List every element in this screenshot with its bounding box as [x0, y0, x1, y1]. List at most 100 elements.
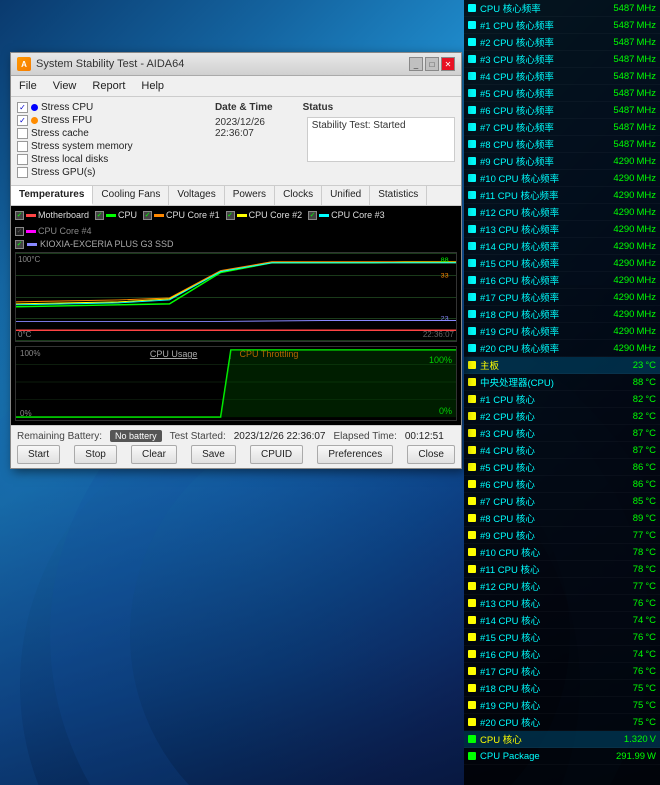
- row-bullet-17: [468, 293, 476, 301]
- panel-row-28: #6 CPU 核心86°C: [464, 476, 660, 493]
- row-label-36: #14 CPU 核心: [480, 613, 633, 627]
- row-label-4: #4 CPU 核心频率: [480, 69, 613, 83]
- row-value-6: 5487: [613, 105, 634, 116]
- row-unit-19: MHz: [636, 326, 656, 337]
- stress-cpu-checkbox[interactable]: ✓ Stress CPU: [17, 102, 205, 113]
- row-value-16: 4290: [613, 275, 634, 286]
- save-button[interactable]: Save: [191, 445, 236, 464]
- panel-row-23: #1 CPU 核心82°C: [464, 391, 660, 408]
- row-label-7: #7 CPU 核心频率: [480, 120, 613, 134]
- row-value-23: 82: [633, 394, 644, 405]
- row-unit-23: °C: [645, 394, 656, 405]
- row-value-24: 82: [633, 411, 644, 422]
- row-value-10: 4290: [613, 173, 634, 184]
- legend-motherboard[interactable]: ✓ Motherboard: [15, 210, 89, 220]
- row-label-16: #16 CPU 核心频率: [480, 273, 613, 287]
- panel-row-18: #18 CPU 核心频率4290MHz: [464, 306, 660, 323]
- row-value-34: 77: [633, 581, 644, 592]
- panel-row-6: #6 CPU 核心频率5487MHz: [464, 102, 660, 119]
- preferences-button[interactable]: Preferences: [317, 445, 393, 464]
- legend-ssd[interactable]: ✓ KIOXIA-EXCERIA PLUS G3 SSD: [15, 239, 457, 249]
- panel-row-15: #15 CPU 核心频率4290MHz: [464, 255, 660, 272]
- legend-cpu-core4[interactable]: ✓ CPU Core #4: [15, 226, 92, 236]
- row-value-35: 76: [633, 598, 644, 609]
- window-controls[interactable]: _ □ ✕: [409, 57, 455, 71]
- row-unit-31: °C: [645, 530, 656, 541]
- clear-button[interactable]: Clear: [131, 445, 177, 464]
- close-button[interactable]: Close: [407, 445, 455, 464]
- row-unit-35: °C: [645, 598, 656, 609]
- row-unit-22: °C: [645, 377, 656, 388]
- stress-fpu-checkbox[interactable]: ✓ Stress FPU: [17, 115, 205, 126]
- minimize-button[interactable]: _: [409, 57, 423, 71]
- stress-memory-checkbox[interactable]: Stress system memory: [17, 141, 205, 152]
- maximize-button[interactable]: □: [425, 57, 439, 71]
- cpuid-button[interactable]: CPUID: [250, 445, 303, 464]
- status-label: Status: [303, 102, 334, 113]
- window-title: System Stability Test - AIDA64: [36, 58, 409, 70]
- legend-cpu-core2[interactable]: ✓ CPU Core #2: [226, 210, 303, 220]
- row-bullet-44: [468, 752, 476, 760]
- row-label-21: 主板: [480, 358, 633, 372]
- row-bullet-23: [468, 395, 476, 403]
- stop-button[interactable]: Stop: [74, 445, 117, 464]
- row-value-11: 4290: [613, 190, 634, 201]
- panel-row-5: #5 CPU 核心频率5487MHz: [464, 85, 660, 102]
- row-bullet-37: [468, 633, 476, 641]
- aida64-window: A System Stability Test - AIDA64 _ □ ✕ F…: [10, 52, 462, 469]
- tab-clocks[interactable]: Clocks: [275, 186, 322, 205]
- panel-row-24: #2 CPU 核心82°C: [464, 408, 660, 425]
- panel-row-9: #9 CPU 核心频率4290MHz: [464, 153, 660, 170]
- row-label-30: #8 CPU 核心: [480, 511, 633, 525]
- tab-unified[interactable]: Unified: [322, 186, 370, 205]
- tab-voltages[interactable]: Voltages: [169, 186, 224, 205]
- panel-row-29: #7 CPU 核心85°C: [464, 493, 660, 510]
- menu-view[interactable]: View: [45, 78, 85, 94]
- row-value-2: 5487: [613, 37, 634, 48]
- tab-cooling-fans[interactable]: Cooling Fans: [93, 186, 169, 205]
- menu-report[interactable]: Report: [84, 78, 133, 94]
- menu-file[interactable]: File: [11, 78, 45, 94]
- panel-row-35: #13 CPU 核心76°C: [464, 595, 660, 612]
- row-label-20: #20 CPU 核心频率: [480, 341, 613, 355]
- row-unit-17: MHz: [636, 292, 656, 303]
- tab-powers[interactable]: Powers: [225, 186, 275, 205]
- panel-row-1: #1 CPU 核心频率5487MHz: [464, 17, 660, 34]
- row-label-40: #18 CPU 核心: [480, 681, 633, 695]
- row-bullet-21: [468, 361, 476, 369]
- panel-row-7: #7 CPU 核心频率5487MHz: [464, 119, 660, 136]
- menu-help[interactable]: Help: [133, 78, 172, 94]
- row-unit-0: MHz: [636, 3, 656, 14]
- panel-row-19: #19 CPU 核心频率4290MHz: [464, 323, 660, 340]
- temperature-chart-svg: 88 33 23: [16, 253, 456, 341]
- panel-row-16: #16 CPU 核心频率4290MHz: [464, 272, 660, 289]
- panel-row-4: #4 CPU 核心频率5487MHz: [464, 68, 660, 85]
- app-icon: A: [17, 57, 31, 71]
- stress-gpu-checkbox[interactable]: Stress GPU(s): [17, 167, 205, 178]
- row-label-24: #2 CPU 核心: [480, 409, 633, 423]
- row-bullet-18: [468, 310, 476, 318]
- row-label-28: #6 CPU 核心: [480, 477, 633, 491]
- row-label-3: #3 CPU 核心频率: [480, 52, 613, 66]
- stress-cache-checkbox[interactable]: Stress cache: [17, 128, 205, 139]
- legend-cpu-core1[interactable]: ✓ CPU Core #1: [143, 210, 220, 220]
- close-button[interactable]: ✕: [441, 57, 455, 71]
- row-bullet-24: [468, 412, 476, 420]
- legend-cpu[interactable]: ✓ CPU: [95, 210, 137, 220]
- tab-temperatures[interactable]: Temperatures: [11, 186, 93, 205]
- row-label-31: #9 CPU 核心: [480, 528, 633, 542]
- row-value-21: 23: [633, 360, 644, 371]
- stress-disks-checkbox[interactable]: Stress local disks: [17, 154, 205, 165]
- start-button[interactable]: Start: [17, 445, 60, 464]
- row-value-26: 87: [633, 445, 644, 456]
- row-bullet-27: [468, 463, 476, 471]
- row-value-9: 4290: [613, 156, 634, 167]
- row-value-39: 76: [633, 666, 644, 677]
- tab-statistics[interactable]: Statistics: [370, 186, 427, 205]
- row-unit-4: MHz: [636, 71, 656, 82]
- legend-cpu-core3[interactable]: ✓ CPU Core #3: [308, 210, 385, 220]
- row-unit-43: V: [650, 734, 656, 745]
- panel-row-32: #10 CPU 核心78°C: [464, 544, 660, 561]
- panel-row-8: #8 CPU 核心频率5487MHz: [464, 136, 660, 153]
- row-label-15: #15 CPU 核心频率: [480, 256, 613, 270]
